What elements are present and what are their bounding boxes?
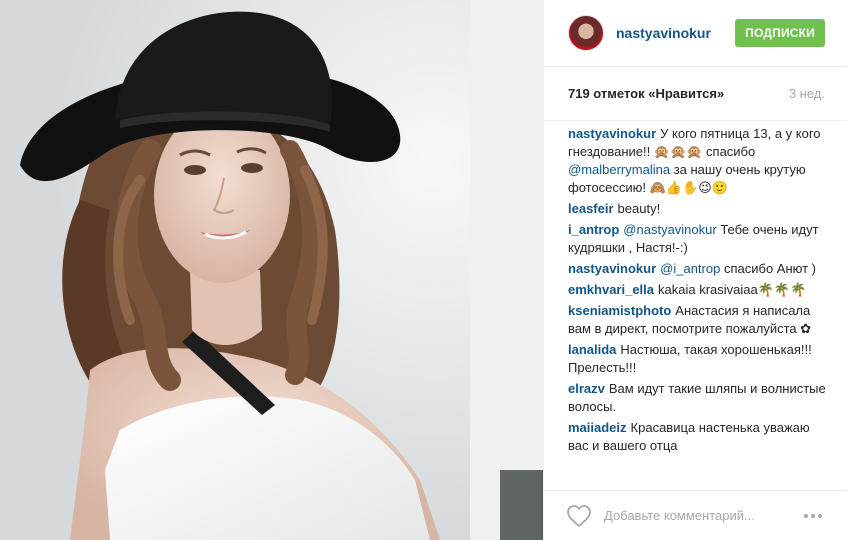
comment-item: elrazv Вам идут такие шляпы и волнистые в… bbox=[568, 380, 827, 416]
comment-username[interactable]: lanalida bbox=[568, 342, 616, 357]
comment-username[interactable]: i_antrop bbox=[568, 222, 619, 237]
comment-username[interactable]: elrazv bbox=[568, 381, 605, 396]
comment-item: maiiadeiz Красавица настенька уважаю вас … bbox=[568, 419, 827, 455]
comment-text: kakaia krasivaiaa🌴🌴🌴 bbox=[658, 282, 807, 297]
post-header: nastyavinokur ПОДПИСКИ bbox=[544, 0, 847, 67]
author-username[interactable]: nastyavinokur bbox=[616, 25, 735, 41]
comment-text: beauty! bbox=[617, 201, 661, 216]
following-button[interactable]: ПОДПИСКИ bbox=[735, 19, 825, 47]
comment-username[interactable]: nastyavinokur bbox=[568, 126, 656, 141]
photo-illustration bbox=[0, 0, 543, 540]
post-time[interactable]: 3 нед. bbox=[789, 86, 825, 101]
comment-text: Вам идут такие шляпы и волнистые волосы. bbox=[568, 381, 826, 414]
comment-item: i_antrop @nastyavinokur Тебе очень идут к… bbox=[568, 221, 827, 257]
comments-list: nastyavinokur У кого пятница 13, а у кого… bbox=[544, 121, 847, 455]
dot bbox=[811, 513, 815, 518]
comment-mention[interactable]: @i_antrop bbox=[660, 261, 720, 276]
comment-username[interactable]: emkhvari_ella bbox=[568, 282, 654, 297]
comment-item: nastyavinokur @i_antrop спасибо Анют ) bbox=[568, 260, 827, 278]
comment-mention[interactable]: @nastyavinokur bbox=[623, 222, 716, 237]
post-footer bbox=[544, 490, 847, 540]
comment-username[interactable]: maiiadeiz bbox=[568, 420, 627, 435]
post-sidebar: nastyavinokur ПОДПИСКИ 719 отметок «Нрав… bbox=[543, 0, 847, 540]
comment-mention[interactable]: @malberrymalina bbox=[568, 162, 670, 177]
comment-text: спасибо Анют ) bbox=[723, 261, 816, 276]
instagram-post: nastyavinokur ПОДПИСКИ 719 отметок «Нрав… bbox=[0, 0, 847, 540]
comment-username[interactable]: nastyavinokur bbox=[568, 261, 656, 276]
dot bbox=[818, 513, 822, 518]
post-stats: 719 отметок «Нравится» 3 нед. bbox=[544, 67, 847, 121]
comment-input[interactable] bbox=[602, 507, 801, 524]
comment-item: emkhvari_ella kakaia krasivaiaa🌴🌴🌴 bbox=[568, 281, 827, 299]
comment-username[interactable]: leasfeir bbox=[568, 201, 614, 216]
dot bbox=[804, 513, 808, 518]
likes-count[interactable]: 719 отметок «Нравится» bbox=[568, 86, 724, 101]
comment-item: lanalida Настюша, такая хорошенькая!!! Пр… bbox=[568, 341, 827, 377]
more-options-icon[interactable] bbox=[801, 504, 825, 528]
post-photo[interactable] bbox=[0, 0, 543, 540]
comment-username[interactable]: kseniamistphoto bbox=[568, 303, 671, 318]
caption: nastyavinokur У кого пятница 13, а у кого… bbox=[568, 125, 827, 197]
avatar[interactable] bbox=[568, 15, 604, 51]
heart-icon[interactable] bbox=[566, 504, 592, 528]
comment-item: leasfeir beauty! bbox=[568, 200, 827, 218]
comment-item: kseniamistphoto Анастасия я написала вам … bbox=[568, 302, 827, 338]
